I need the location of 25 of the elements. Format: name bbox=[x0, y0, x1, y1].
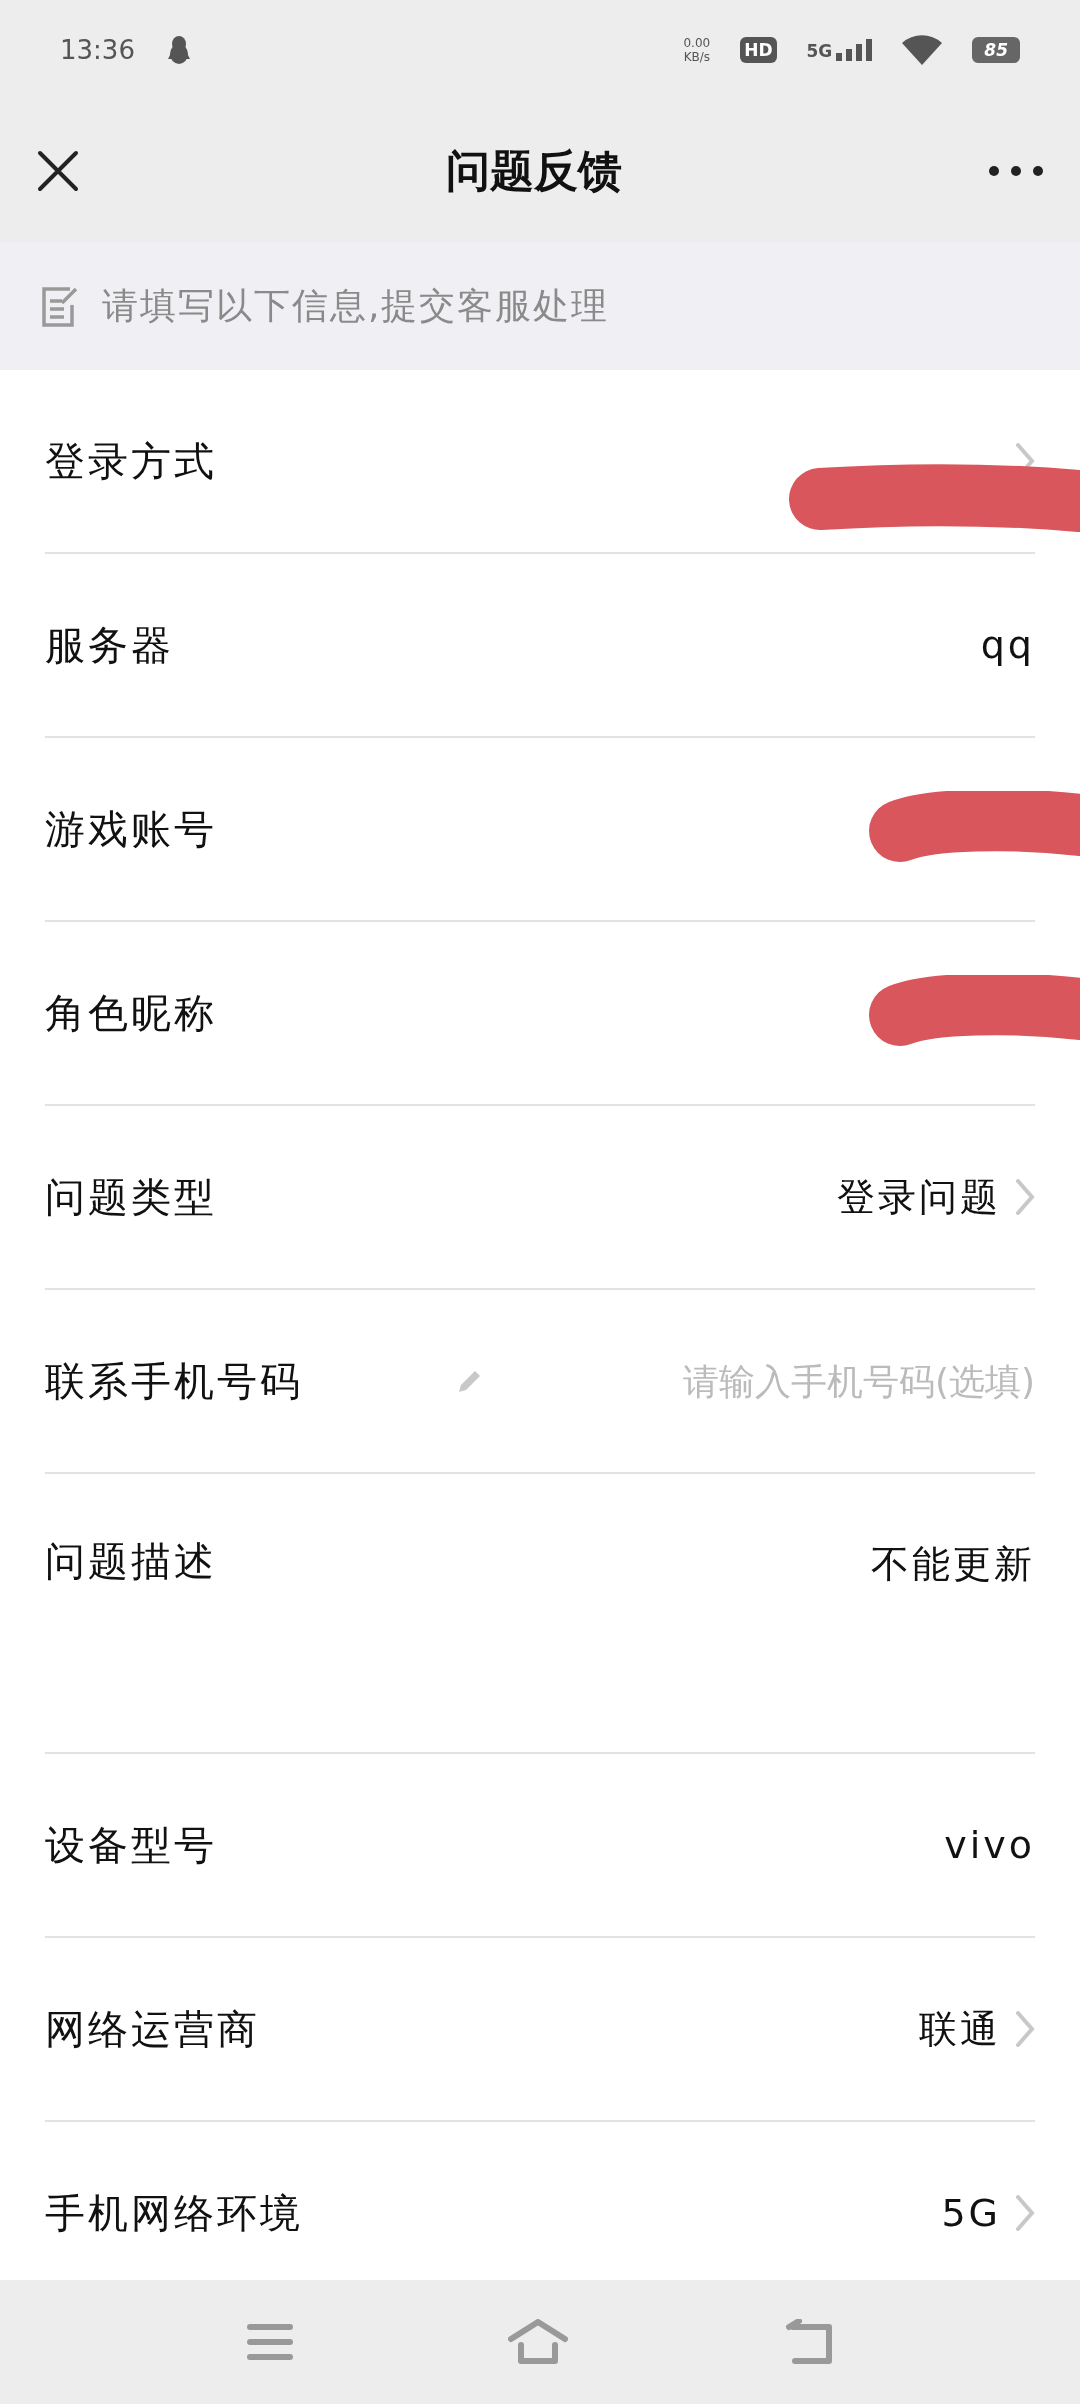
row-label: 问题描述 bbox=[45, 1537, 217, 1586]
network-type: 5G bbox=[806, 41, 833, 61]
row-label: 登录方式 bbox=[45, 436, 217, 486]
row-label: 网络运营商 bbox=[45, 2004, 260, 2054]
page-title: 问题反馈 bbox=[445, 143, 623, 198]
phone-input-field[interactable]: 请输入手机号码(选填) bbox=[455, 1360, 1035, 1402]
field-value: 不能更新 bbox=[871, 1540, 1035, 1588]
field-value: 联通 bbox=[919, 2005, 1001, 2053]
row-label: 联系手机号码 bbox=[45, 1356, 303, 1406]
row-label: 问题类型 bbox=[45, 1172, 217, 1222]
status-time: 13:36 bbox=[60, 35, 135, 65]
row-label: 设备型号 bbox=[45, 1820, 217, 1870]
field-value: qq bbox=[980, 623, 1035, 667]
row-label: 手机网络环境 bbox=[45, 2188, 303, 2238]
hd-badge: HD bbox=[740, 37, 777, 63]
row-label: 角色昵称 bbox=[45, 988, 217, 1038]
speed-unit: KB/s bbox=[683, 50, 711, 64]
field-value: vivo bbox=[944, 1823, 1035, 1867]
notice-text: 请填写以下信息,提交客服处理 bbox=[102, 283, 610, 328]
row-label: 游戏账号 bbox=[45, 804, 217, 854]
network-speed: 0.00 bbox=[683, 36, 711, 50]
field-value: 5G bbox=[941, 2191, 1001, 2235]
row-label: 服务器 bbox=[45, 620, 174, 670]
field-value: 登录问题 bbox=[837, 1173, 1001, 1221]
battery-icon: 85 bbox=[972, 37, 1020, 63]
